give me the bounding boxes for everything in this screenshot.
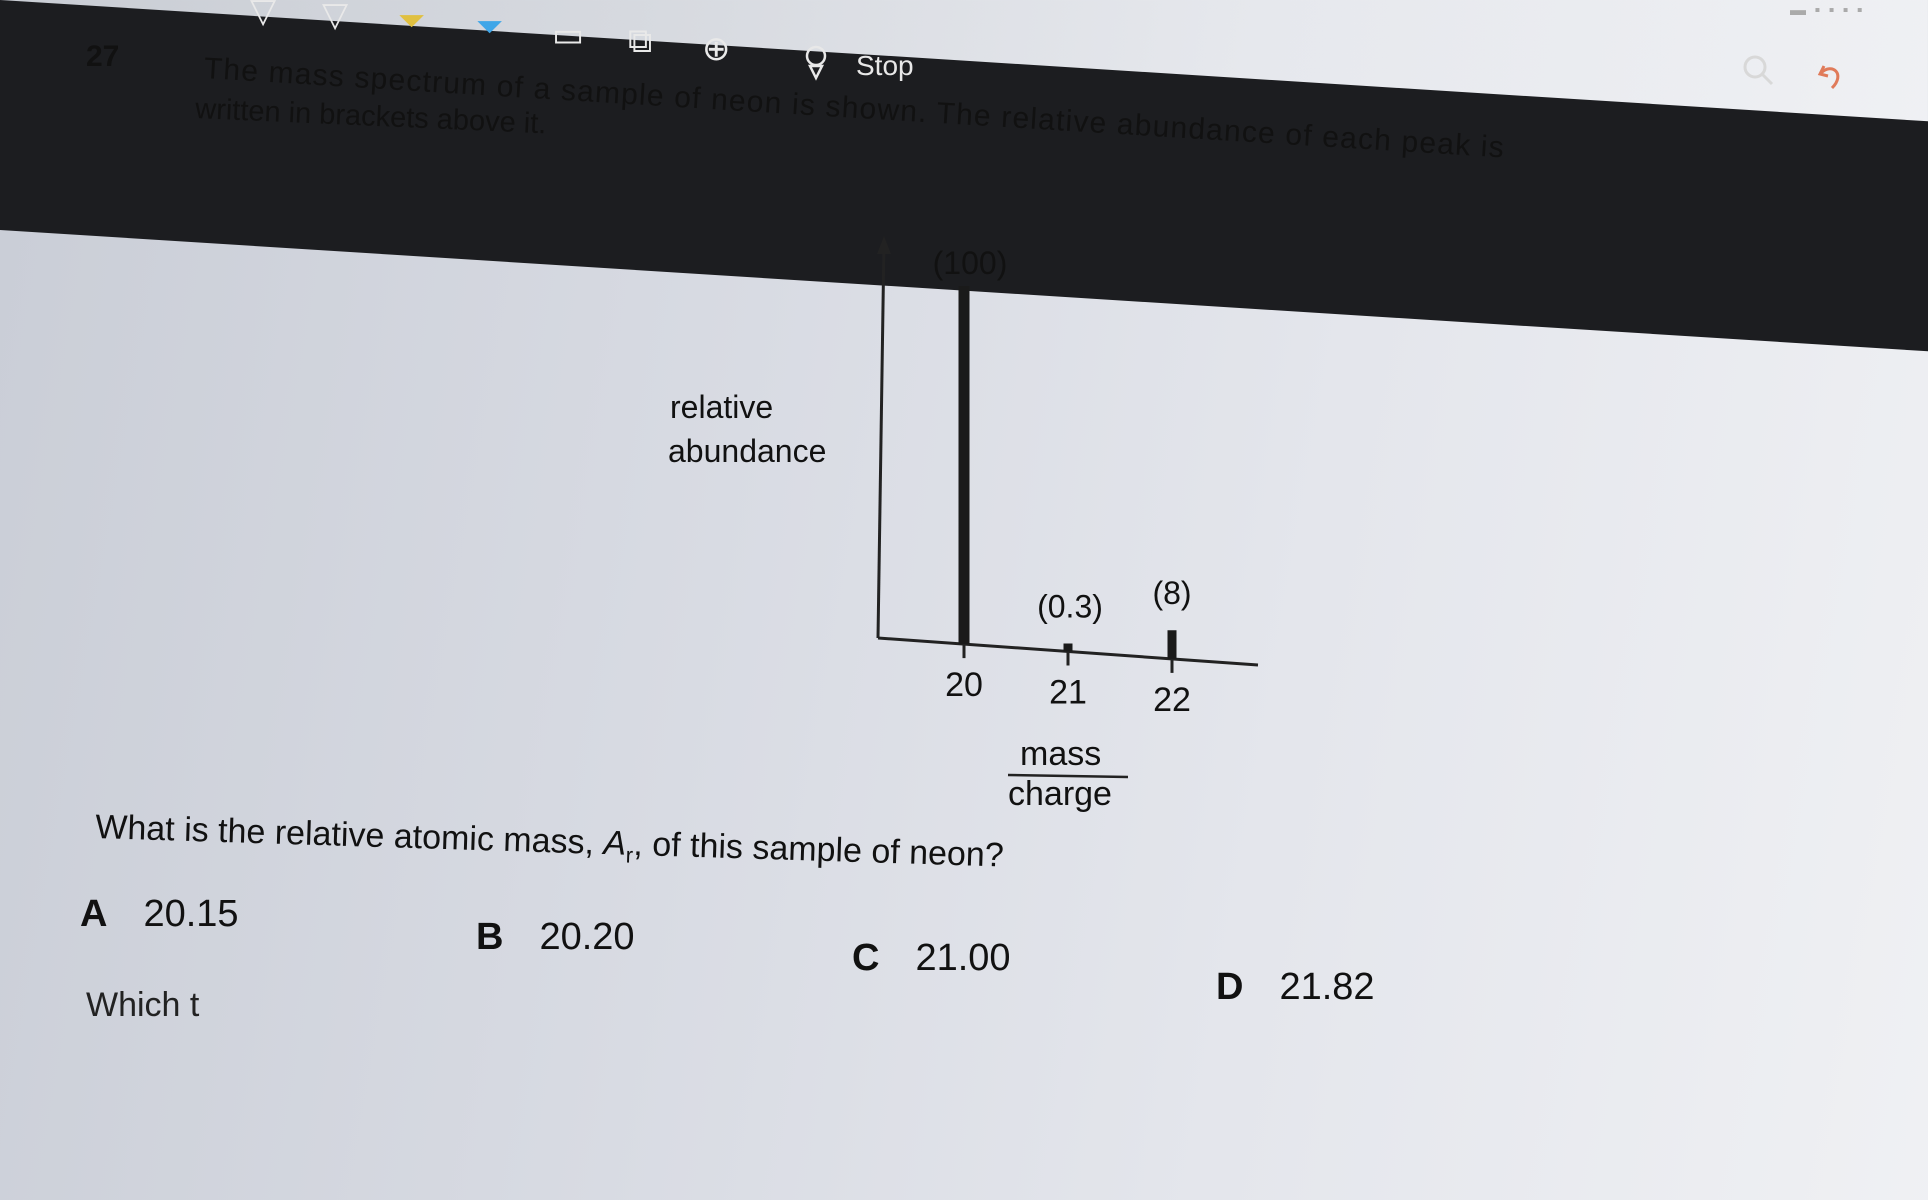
option-letter: C — [852, 937, 880, 979]
option-a[interactable]: A 20.15 — [80, 893, 239, 936]
option-value: 20.20 — [539, 916, 635, 958]
y-axis-arrow — [877, 236, 891, 254]
x-tick-label: 22 — [1153, 681, 1191, 719]
option-value: 21.00 — [915, 937, 1011, 979]
x-axis-label: charge — [1008, 775, 1112, 813]
peak-value-label: (100) — [933, 245, 1008, 281]
option-value: 21.82 — [1279, 966, 1375, 1008]
peak-bar — [958, 286, 970, 645]
x-tick-label: 20 — [945, 666, 983, 704]
option-letter: A — [80, 893, 108, 935]
peak-bar — [1063, 643, 1073, 652]
y-axis-label: abundance — [668, 433, 826, 469]
prompt-symbol: A — [602, 823, 627, 863]
peak-bar — [1167, 630, 1177, 659]
y-axis-label: relative — [670, 389, 773, 425]
option-b[interactable]: B 20.20 — [476, 916, 635, 959]
x-tick-label: 21 — [1049, 674, 1087, 712]
option-letter: B — [476, 916, 504, 958]
option-letter: D — [1216, 966, 1244, 1008]
y-axis — [876, 239, 886, 639]
option-d[interactable]: D 21.82 — [1216, 966, 1375, 1009]
option-c[interactable]: C 21.00 — [852, 937, 1011, 980]
option-value: 20.15 — [143, 893, 239, 935]
peak-value-label: (8) — [1152, 575, 1191, 611]
peak-value-label: (0.3) — [1037, 589, 1103, 625]
next-question-partial: Which t — [86, 986, 200, 1024]
x-axis-label: mass — [1020, 735, 1101, 773]
